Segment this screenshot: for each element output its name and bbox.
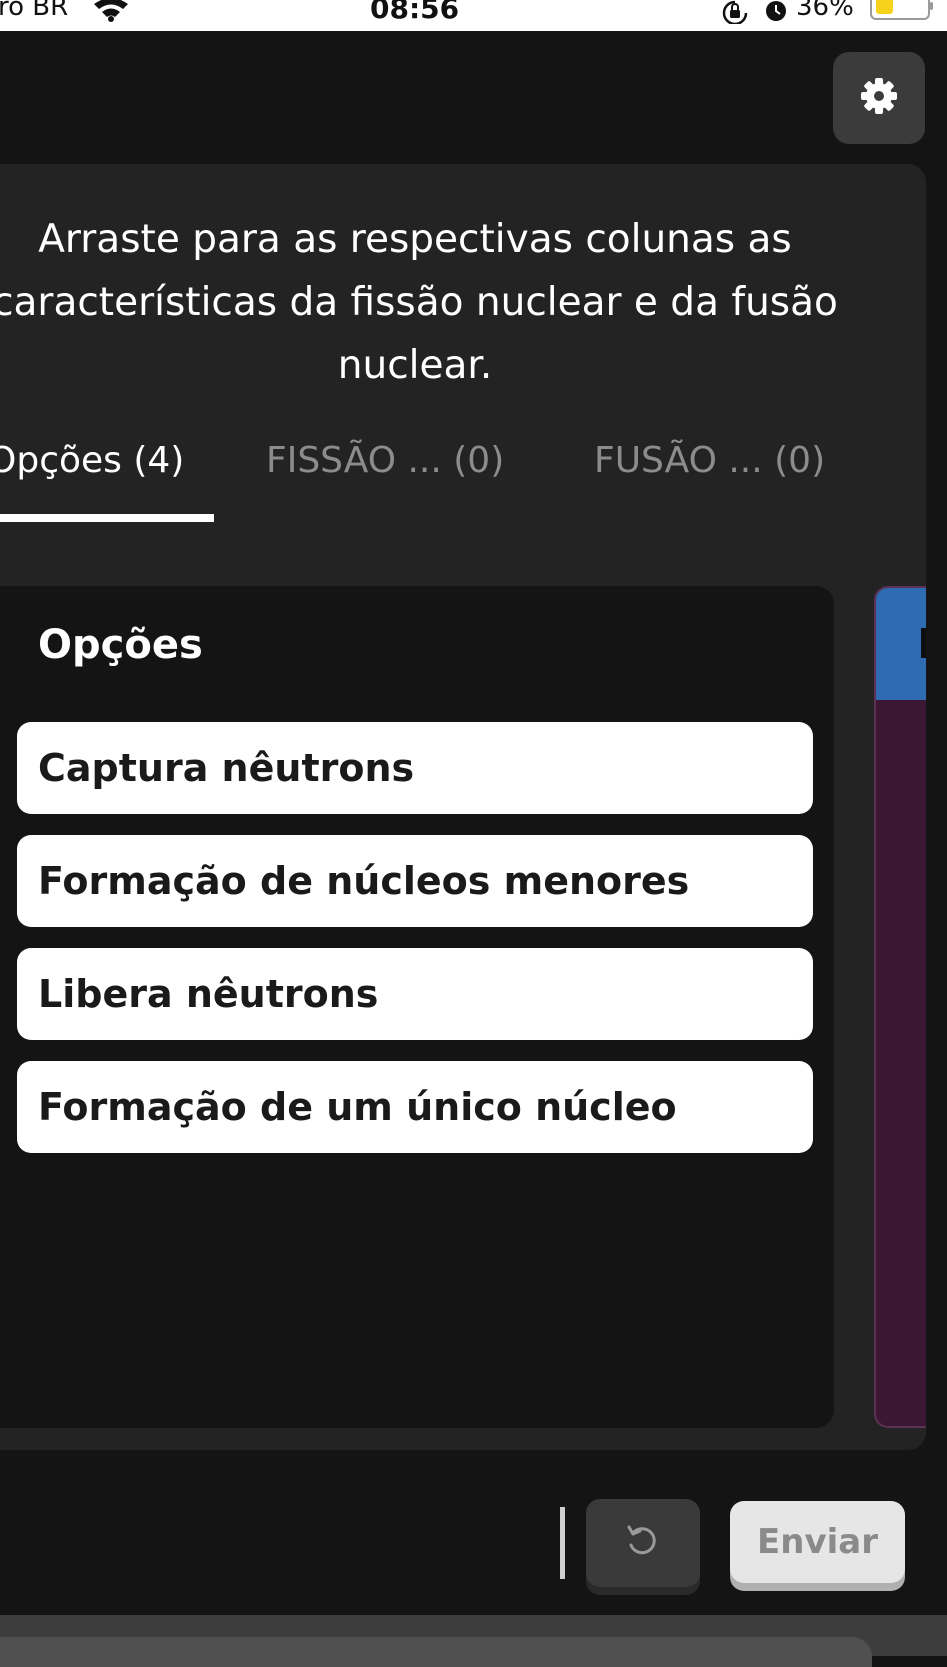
option-label: Formação de núcleos menores xyxy=(38,859,690,903)
option-card-formacao-unico-nucleo[interactable]: Formação de um único núcleo xyxy=(17,1061,813,1153)
undo-icon xyxy=(623,1521,663,1565)
options-column: Opções Captura nêutrons Formação de núcl… xyxy=(0,586,834,1428)
fission-column-header-text-cutoff xyxy=(921,628,926,658)
settings-button[interactable] xyxy=(833,52,925,144)
option-card-libera-neutrons[interactable]: Libera nêutrons xyxy=(17,948,813,1040)
undo-button[interactable] xyxy=(586,1499,700,1587)
battery-icon xyxy=(870,0,930,20)
submit-button[interactable]: Enviar xyxy=(730,1501,905,1583)
clock-time: 08:56 xyxy=(370,0,460,25)
option-card-captura-neutrons[interactable]: Captura nêutrons xyxy=(17,722,813,814)
toolbar-divider xyxy=(560,1507,565,1579)
tab-options[interactable]: Opções (4) xyxy=(0,440,184,481)
option-label: Formação de um único núcleo xyxy=(38,1085,677,1129)
tab-fission[interactable]: FISSÃO ... (0) xyxy=(266,440,504,481)
active-tab-indicator xyxy=(0,514,214,522)
activity-panel: Arraste para as respectivas colunas as c… xyxy=(0,164,926,1450)
submit-button-label: Enviar xyxy=(757,1522,878,1562)
battery-tip xyxy=(930,2,933,10)
option-label: Captura nêutrons xyxy=(38,746,415,790)
bottom-sheet xyxy=(0,1615,947,1667)
question-text: Arraste para as respectivas colunas as c… xyxy=(0,217,838,388)
battery-level-fill xyxy=(876,0,893,14)
gear-icon xyxy=(859,76,899,120)
battery-percentage: 36% xyxy=(796,0,854,22)
option-card-formacao-nucleos-menores[interactable]: Formação de núcleos menores xyxy=(17,835,813,927)
bottom-sheet-handle-area[interactable] xyxy=(0,1637,872,1667)
carrier-name: ro BR xyxy=(0,0,69,22)
wifi-icon xyxy=(92,0,130,26)
fission-column-header xyxy=(876,588,926,700)
fission-drop-column[interactable] xyxy=(874,586,926,1428)
orientation-lock-icon xyxy=(720,0,750,28)
alarm-icon xyxy=(762,0,790,28)
tab-fusion[interactable]: FUSÃO ... (0) xyxy=(594,440,825,481)
status-bar: ro BR 08:56 36% xyxy=(0,0,947,31)
options-column-title: Opções xyxy=(38,622,203,668)
option-label: Libera nêutrons xyxy=(38,972,379,1016)
